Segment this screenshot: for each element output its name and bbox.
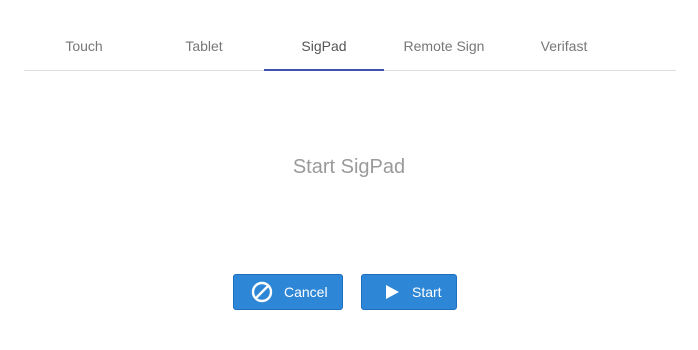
page-heading: Start SigPad (292, 156, 406, 178)
tab-sigpad[interactable]: SigPad (264, 22, 384, 71)
tab-remote-sign[interactable]: Remote Sign (384, 22, 504, 70)
tab-bar: Touch Tablet SigPad Remote Sign Verifast (24, 22, 676, 71)
play-icon (383, 283, 401, 301)
tab-touch[interactable]: Touch (24, 22, 144, 70)
tab-tablet[interactable]: Tablet (144, 22, 264, 70)
signature-capture-page: Touch Tablet SigPad Remote Sign Verifast… (0, 0, 698, 350)
start-button-label: Start (412, 284, 442, 300)
cancel-button-label: Cancel (284, 284, 328, 300)
cancel-button[interactable]: Cancel (233, 274, 343, 310)
tab-verifast[interactable]: Verifast (504, 22, 624, 70)
start-button[interactable]: Start (361, 274, 457, 310)
prohibit-icon (250, 280, 274, 304)
